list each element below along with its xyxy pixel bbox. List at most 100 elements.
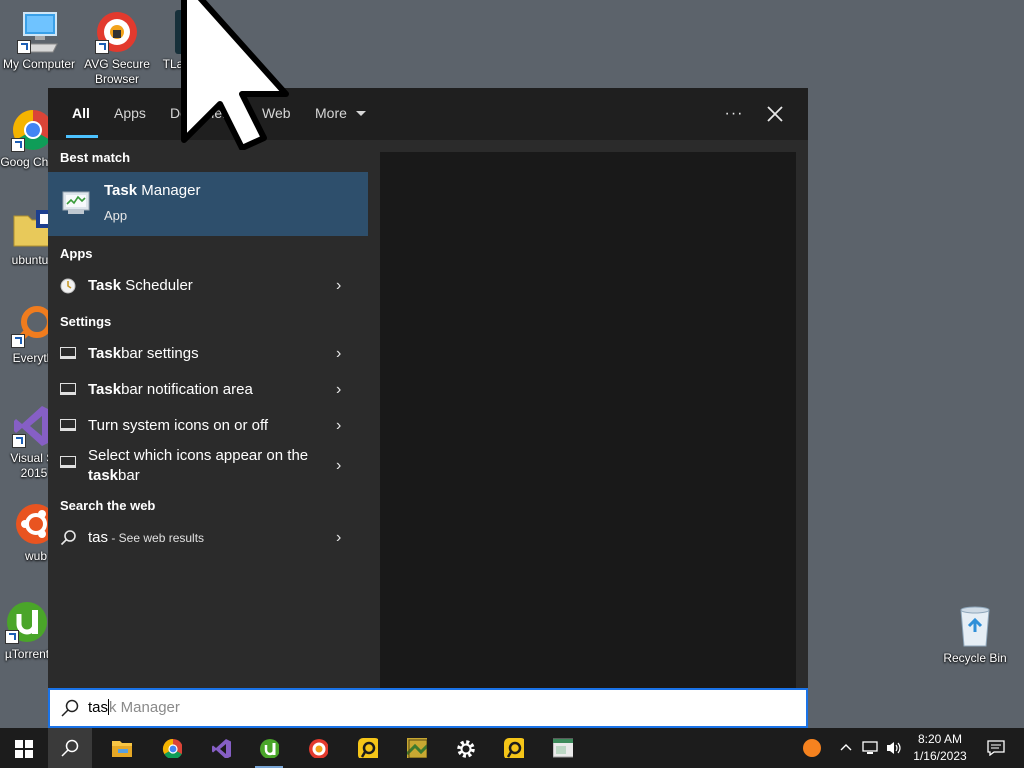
result-select-which-icons[interactable]: Select which icons appear on the taskbar…: [48, 444, 368, 488]
tray-network[interactable]: [858, 728, 882, 768]
result-label: tas - See web results: [88, 520, 204, 556]
app-window-icon: [553, 738, 573, 758]
desktop-icon-label: AVG Secure Browser: [84, 57, 150, 86]
recycle-bin-icon: [953, 604, 997, 648]
tab-more-label: More: [315, 105, 347, 121]
taskbar-search-button[interactable]: [48, 728, 92, 768]
desktop-icon-my-computer[interactable]: My Computer: [1, 10, 77, 72]
desktop-icon-avg-secure-browser[interactable]: AVG Secure Browser: [79, 10, 155, 87]
section-search-the-web: Search the web: [60, 498, 156, 513]
caret-down-icon: [355, 111, 366, 116]
taskbar-visual-studio[interactable]: [199, 728, 243, 768]
result-label: Taskbar settings: [88, 336, 199, 372]
chevron-right-icon[interactable]: ›: [336, 336, 348, 372]
search-query: task Manager: [88, 690, 180, 726]
taskbar-app-window[interactable]: [541, 728, 585, 768]
taskbar-map-app[interactable]: [395, 728, 439, 768]
result-label-rest: bar notification area: [121, 381, 253, 398]
shortcut-arrow-icon: [5, 630, 19, 644]
chevron-right-icon[interactable]: ›: [336, 520, 348, 556]
shortcut-arrow-icon: [11, 138, 25, 152]
mouse-cursor-icon: [181, 0, 289, 150]
taskbar-chrome[interactable]: [150, 728, 194, 768]
action-center-button[interactable]: [976, 728, 1016, 768]
search-typed-text: tas: [88, 699, 109, 716]
preview-pane: [380, 152, 796, 688]
clock-time: 8:20 AM: [917, 732, 963, 746]
taskbar-clock[interactable]: 8:20 AM 1/16/2023: [908, 731, 972, 765]
chevron-right-icon[interactable]: ›: [336, 444, 348, 488]
start-button[interactable]: [0, 728, 44, 768]
monitor-icon: [60, 347, 76, 359]
tray-show-hidden[interactable]: [834, 728, 858, 768]
result-label-rest: Turn system icons on or off: [88, 417, 269, 434]
result-label-bold: task: [88, 467, 119, 484]
result-label-bold: Task: [88, 277, 122, 294]
tab-more[interactable]: More: [315, 88, 366, 140]
desktop-icon-recycle-bin[interactable]: Recycle Bin: [937, 604, 1013, 666]
monitor-icon: [60, 456, 76, 468]
taskbar-app-1[interactable]: [346, 728, 390, 768]
shortcut-arrow-icon: [17, 40, 31, 54]
result-task-scheduler[interactable]: Task Scheduler ›: [48, 268, 368, 304]
start-search-panel: All Apps Documents Web More ··· Best mat…: [48, 88, 808, 688]
search-input[interactable]: task Manager: [48, 688, 808, 728]
chevron-right-icon[interactable]: ›: [336, 408, 348, 444]
best-match-title: Task Manager: [104, 182, 200, 199]
result-turn-system-icons[interactable]: Turn system icons on or off ›: [48, 408, 368, 444]
taskbar-utorrent[interactable]: [247, 728, 291, 768]
utorrent-icon: [260, 739, 279, 758]
web-query: tas: [88, 529, 109, 546]
result-web-search[interactable]: tas - See web results ›: [48, 520, 368, 556]
taskbar-avg-browser[interactable]: [296, 728, 340, 768]
monitor-icon: [60, 383, 76, 395]
result-label-bold: Task: [88, 345, 122, 362]
network-icon: [862, 741, 878, 754]
search-filter-bar: All Apps Documents Web More ···: [48, 88, 808, 140]
best-match-item[interactable]: Task Manager App: [48, 172, 368, 236]
avg-browser-icon: [95, 10, 139, 54]
tab-all[interactable]: All: [66, 88, 98, 140]
result-label: Taskbar notification area: [88, 372, 253, 408]
close-icon: [767, 106, 783, 122]
utorrent-icon: [5, 600, 49, 644]
result-label: Turn system icons on or off: [88, 408, 268, 444]
section-settings: Settings: [60, 314, 112, 329]
chevron-right-icon[interactable]: ›: [336, 372, 348, 408]
tab-apps[interactable]: Apps: [114, 88, 146, 140]
avg-browser-icon: [309, 739, 328, 758]
taskbar-app-2[interactable]: [492, 728, 536, 768]
shortcut-arrow-icon: [12, 434, 26, 448]
tray-notification-app[interactable]: [790, 728, 834, 768]
result-label: Task Scheduler: [88, 268, 193, 304]
search-autocomplete: k Manager: [109, 699, 180, 716]
visual-studio-icon: [212, 739, 231, 758]
results-list: Best match Task Manager App Apps Task Sc…: [48, 140, 368, 688]
result-label-rest: bar settings: [121, 345, 199, 362]
start-icon: [15, 740, 33, 758]
chrome-icon: [162, 738, 182, 758]
chevron-right-icon[interactable]: ›: [336, 268, 348, 304]
result-taskbar-settings[interactable]: Taskbar settings ›: [48, 336, 368, 372]
ellipsis-icon: ···: [724, 105, 744, 122]
taskbar-file-explorer[interactable]: [100, 728, 144, 768]
taskbar-settings[interactable]: [443, 728, 487, 768]
settings-icon: [457, 740, 475, 758]
web-suffix: - See web results: [108, 531, 205, 545]
task-scheduler-icon: [60, 278, 76, 294]
close-button[interactable]: [761, 100, 789, 128]
action-center-icon: [987, 740, 1005, 756]
result-label-bold: Task: [88, 381, 122, 398]
best-match-type: App: [104, 208, 128, 223]
shortcut-arrow-icon: [95, 40, 109, 54]
result-label: Select which icons appear on the taskbar: [88, 446, 308, 486]
computer-icon: [17, 10, 61, 54]
result-taskbar-notification-area[interactable]: Taskbar notification area ›: [48, 372, 368, 408]
result-label-line1: Select which icons appear on the: [88, 447, 309, 464]
options-button[interactable]: ···: [720, 100, 748, 128]
monitor-icon: [60, 419, 76, 431]
desktop-icon-label: Recycle Bin: [943, 651, 1007, 665]
tray-volume[interactable]: [882, 728, 906, 768]
volume-icon: [887, 742, 901, 754]
chevron-up-icon: [840, 744, 852, 751]
